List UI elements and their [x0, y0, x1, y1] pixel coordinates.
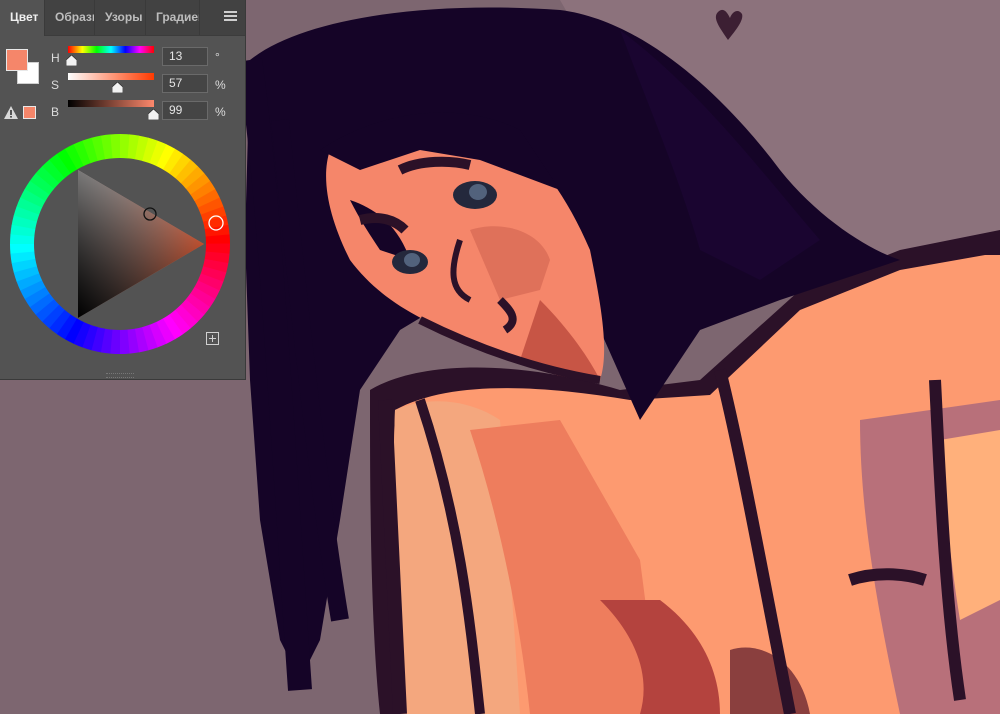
- gamut-warning-swatch[interactable]: [23, 106, 36, 119]
- foreground-color-swatch[interactable]: [6, 49, 28, 71]
- brightness-value-field[interactable]: 99: [162, 101, 208, 120]
- brightness-slider-thumb[interactable]: [147, 109, 159, 120]
- gamut-warning-icon[interactable]: [4, 106, 18, 119]
- hue-label: H: [51, 51, 60, 65]
- tab-gradients[interactable]: Градиенты: [146, 0, 200, 35]
- brightness-slider[interactable]: [68, 100, 154, 107]
- hue-slider-thumb[interactable]: [65, 55, 77, 66]
- hue-unit: °: [215, 50, 220, 64]
- color-wheel[interactable]: [8, 132, 232, 356]
- tab-patterns[interactable]: Узоры: [95, 0, 146, 35]
- saturation-label: S: [51, 78, 60, 92]
- saturation-unit: %: [215, 78, 226, 92]
- tab-patterns-label: Узоры: [105, 10, 143, 24]
- hue-value-field[interactable]: 13: [162, 47, 208, 66]
- tab-color[interactable]: Цвет: [0, 0, 45, 36]
- saturation-slider-thumb[interactable]: [111, 82, 123, 93]
- tab-color-label: Цвет: [10, 10, 39, 24]
- tab-gradients-label: Градиенты: [156, 10, 199, 24]
- saturation-slider[interactable]: [68, 73, 154, 80]
- brightness-label: B: [51, 105, 60, 119]
- tab-swatches[interactable]: Образцы: [45, 0, 95, 35]
- color-panel: Цвет Образцы Узоры Градиенты H 13 ° S 57…: [0, 0, 246, 380]
- panel-resize-grip[interactable]: [106, 373, 134, 378]
- tab-swatches-label: Образцы: [55, 10, 94, 24]
- saturation-brightness-triangle[interactable]: [78, 170, 204, 318]
- panel-tab-bar: Цвет Образцы Узоры Градиенты: [0, 0, 245, 36]
- panel-menu-icon[interactable]: [224, 11, 237, 23]
- add-swatch-icon[interactable]: [206, 332, 219, 345]
- hue-slider[interactable]: [68, 46, 154, 53]
- saturation-value-field[interactable]: 57: [162, 74, 208, 93]
- brightness-unit: %: [215, 105, 226, 119]
